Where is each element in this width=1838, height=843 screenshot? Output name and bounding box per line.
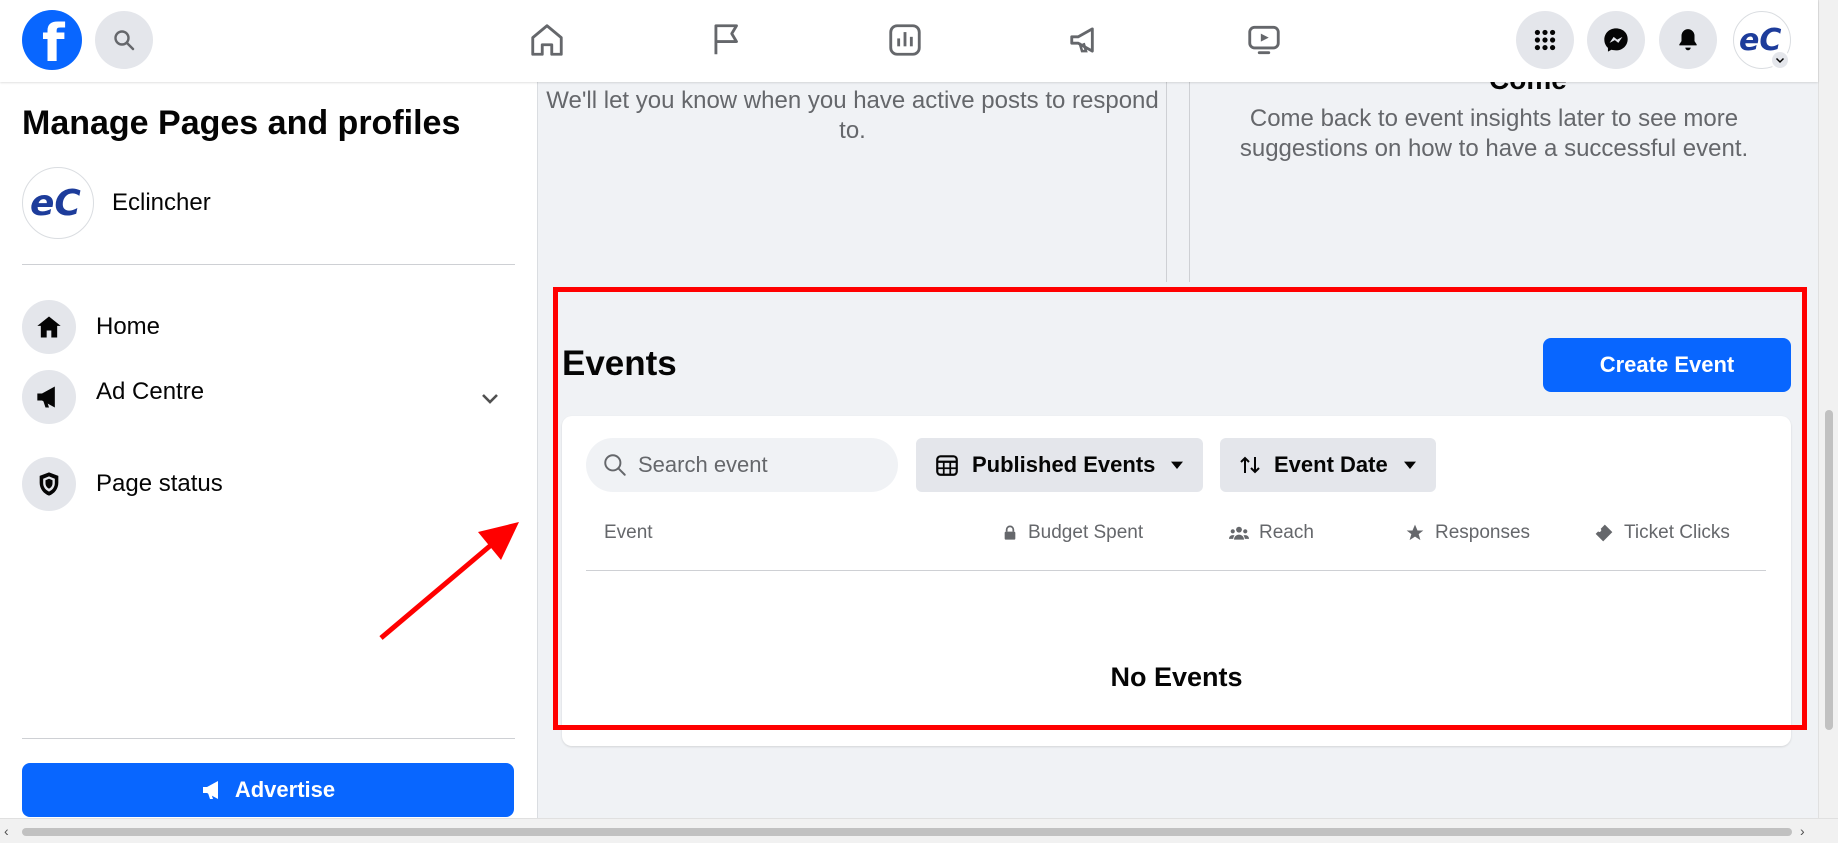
svg-text:eC: eC bbox=[30, 183, 81, 224]
sidebar-item-label: Home bbox=[96, 313, 161, 340]
sidebar-item-page-status[interactable]: Page status bbox=[22, 457, 502, 511]
eclincher-logo-icon: eC bbox=[30, 183, 81, 224]
home-icon bbox=[37, 316, 61, 338]
annotation-highlight-box bbox=[553, 287, 1807, 730]
bell-icon bbox=[1679, 29, 1697, 51]
posts-card: We'll let you know when you have active … bbox=[539, 82, 1166, 282]
menu-grid-icon bbox=[1534, 29, 1556, 51]
nav-home[interactable] bbox=[523, 16, 571, 64]
messenger-button[interactable] bbox=[1587, 11, 1645, 69]
advertise-label: Advertise bbox=[234, 777, 336, 802]
vertical-scrollbar[interactable] bbox=[1818, 0, 1838, 843]
nav-pages[interactable] bbox=[703, 16, 751, 64]
sidebar-icon-wrap bbox=[22, 370, 76, 424]
sidebar: Manage Pages and profiles eC Eclincher H… bbox=[0, 82, 538, 818]
messenger-icon bbox=[1604, 28, 1628, 52]
nav-ads[interactable] bbox=[1062, 16, 1110, 64]
scroll-left-arrow-icon[interactable]: ‹ bbox=[4, 823, 9, 839]
horizontal-scroll-thumb[interactable] bbox=[22, 828, 1792, 836]
profile-avatar: eC bbox=[22, 167, 94, 239]
sidebar-item-label: Ad Centre bbox=[96, 378, 205, 405]
sidebar-title: Manage Pages and profiles bbox=[22, 104, 461, 142]
sidebar-icon-wrap bbox=[22, 457, 76, 511]
sidebar-item-label: Page status bbox=[96, 470, 223, 497]
sidebar-divider bbox=[22, 738, 515, 739]
sidebar-divider bbox=[22, 264, 515, 265]
column-divider bbox=[1166, 82, 1167, 282]
video-icon bbox=[1248, 25, 1280, 55]
megaphone-icon bbox=[1070, 27, 1094, 53]
home-icon bbox=[531, 24, 563, 56]
advertise-button[interactable]: Advertise bbox=[22, 763, 514, 817]
sidebar-item-home[interactable]: Home bbox=[22, 300, 502, 354]
search-icon bbox=[114, 30, 135, 51]
facebook-logo[interactable]: f bbox=[22, 10, 82, 74]
insights-text: Come back to event insights later to see… bbox=[1239, 105, 1749, 162]
menu-button[interactable] bbox=[1516, 11, 1574, 69]
sidebar-icon-wrap bbox=[22, 300, 76, 354]
column-divider bbox=[1189, 82, 1190, 282]
profile-switcher[interactable]: eC Eclincher bbox=[22, 167, 211, 239]
megaphone-icon bbox=[202, 781, 218, 799]
insights-icon bbox=[889, 24, 921, 56]
account-menu-chevron[interactable] bbox=[1770, 50, 1790, 70]
chevron-down-icon[interactable] bbox=[478, 386, 502, 410]
shield-icon bbox=[39, 472, 59, 496]
vertical-scroll-thumb[interactable] bbox=[1825, 410, 1833, 730]
profile-name: Eclincher bbox=[112, 189, 211, 216]
flag-icon bbox=[714, 24, 738, 55]
chevron-down-icon bbox=[1775, 57, 1785, 64]
notifications-button[interactable] bbox=[1659, 11, 1717, 69]
megaphone-icon bbox=[37, 386, 55, 408]
posts-empty-text: We'll let you know when you have active … bbox=[546, 87, 1159, 144]
search-button[interactable] bbox=[95, 11, 153, 69]
sidebar-item-ad-centre[interactable]: Ad Centre bbox=[22, 370, 502, 424]
annotation-arrow-icon bbox=[379, 522, 519, 640]
horizontal-scrollbar[interactable]: ‹ › bbox=[0, 818, 1838, 843]
nav-video[interactable] bbox=[1240, 16, 1288, 64]
nav-insights[interactable] bbox=[881, 16, 929, 64]
top-navigation-bar: f eC bbox=[0, 0, 1818, 82]
scroll-right-arrow-icon[interactable]: › bbox=[1800, 823, 1805, 839]
